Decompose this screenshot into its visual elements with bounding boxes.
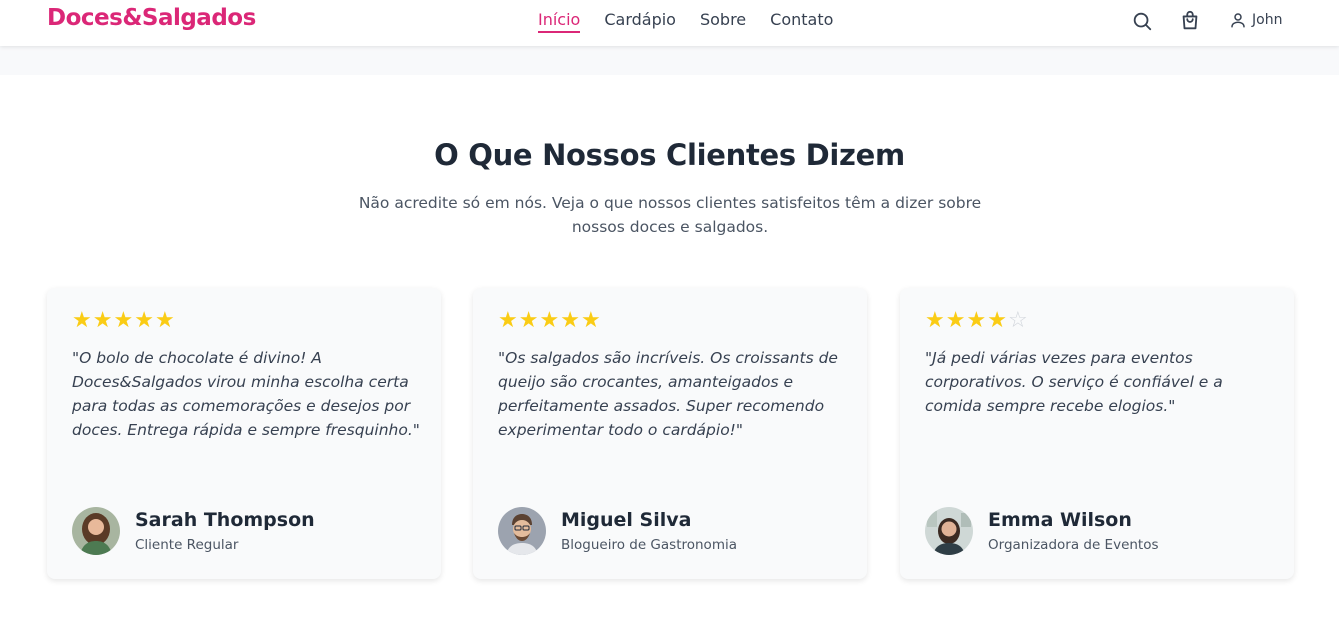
person-role: Organizadora de Eventos bbox=[988, 537, 1159, 553]
star-filled-icon: ★ bbox=[966, 308, 987, 333]
person-name: Miguel Silva bbox=[561, 509, 692, 531]
nav-link-cardapio[interactable]: Cardápio bbox=[604, 10, 676, 33]
star-rating: ★ ★ ★ ★ ★ bbox=[498, 310, 601, 332]
nav-link-sobre[interactable]: Sobre bbox=[700, 10, 746, 33]
search-button[interactable] bbox=[1131, 10, 1153, 32]
person-role: Cliente Regular bbox=[135, 537, 239, 553]
star-filled-icon: ★ bbox=[580, 308, 601, 333]
nav-link-contato[interactable]: Contato bbox=[770, 10, 833, 33]
star-filled-icon: ★ bbox=[925, 308, 945, 333]
nav-link-inicio[interactable]: Início bbox=[538, 10, 581, 33]
section-title: O Que Nossos Clientes Dizem bbox=[434, 138, 905, 172]
site-header: Doces&Salgados Início Cardápio Sobre Con… bbox=[0, 0, 1339, 46]
star-filled-icon: ★ bbox=[134, 308, 154, 333]
star-rating: ★ ★ ★ ★ ☆ bbox=[925, 310, 1028, 332]
star-filled-icon: ★ bbox=[154, 308, 175, 333]
star-filled-icon: ★ bbox=[945, 308, 966, 333]
star-filled-icon: ★ bbox=[987, 308, 1007, 333]
star-filled-icon: ★ bbox=[92, 308, 113, 333]
avatar bbox=[72, 507, 120, 555]
cart-button[interactable] bbox=[1179, 10, 1201, 32]
star-rating: ★ ★ ★ ★ ★ bbox=[72, 310, 175, 332]
cart-icon bbox=[1182, 10, 1198, 30]
star-filled-icon: ★ bbox=[498, 308, 518, 333]
testimonial-card: ★ ★ ★ ★ ☆ "Já pedi várias vezes para eventos… bbox=[900, 288, 1294, 579]
star-empty-icon: ☆ bbox=[1007, 308, 1028, 333]
person-name: Sarah Thompson bbox=[135, 509, 315, 531]
testimonial-card: ★ ★ ★ ★ ★ "O bolo de chocolate é divino! A D… bbox=[47, 288, 441, 579]
star-filled-icon: ★ bbox=[539, 308, 560, 333]
site-logo[interactable]: Doces&Salgados bbox=[47, 5, 256, 31]
avatar bbox=[925, 507, 973, 555]
star-filled-icon: ★ bbox=[518, 308, 539, 333]
star-filled-icon: ★ bbox=[560, 308, 580, 333]
star-filled-icon: ★ bbox=[113, 308, 134, 333]
testimonial-card: ★ ★ ★ ★ ★ "Os salgados são incríveis. Os cro… bbox=[473, 288, 867, 579]
star-filled-icon: ★ bbox=[72, 308, 92, 333]
person-name: Emma Wilson bbox=[988, 509, 1132, 531]
main-nav: Início Cardápio Sobre Contato bbox=[538, 10, 857, 33]
testimonial-quote: "Os salgados são incríveis. Os croissant… bbox=[498, 349, 838, 439]
testimonial-quote: "O bolo de chocolate é divino! A Doces&S… bbox=[72, 349, 420, 439]
user-name: John bbox=[1252, 12, 1283, 28]
user-icon bbox=[1231, 13, 1245, 28]
search-icon bbox=[1133, 12, 1152, 31]
person-role: Blogueiro de Gastronomia bbox=[561, 537, 737, 553]
hero-bottom-band bbox=[0, 46, 1339, 75]
user-menu[interactable]: John bbox=[1229, 11, 1282, 29]
testimonial-quote: "Já pedi várias vezes para eventos corpo… bbox=[925, 349, 1223, 415]
section-subtitle: Não acredite só em nós. Veja o que nosso… bbox=[358, 194, 982, 236]
avatar bbox=[498, 507, 546, 555]
